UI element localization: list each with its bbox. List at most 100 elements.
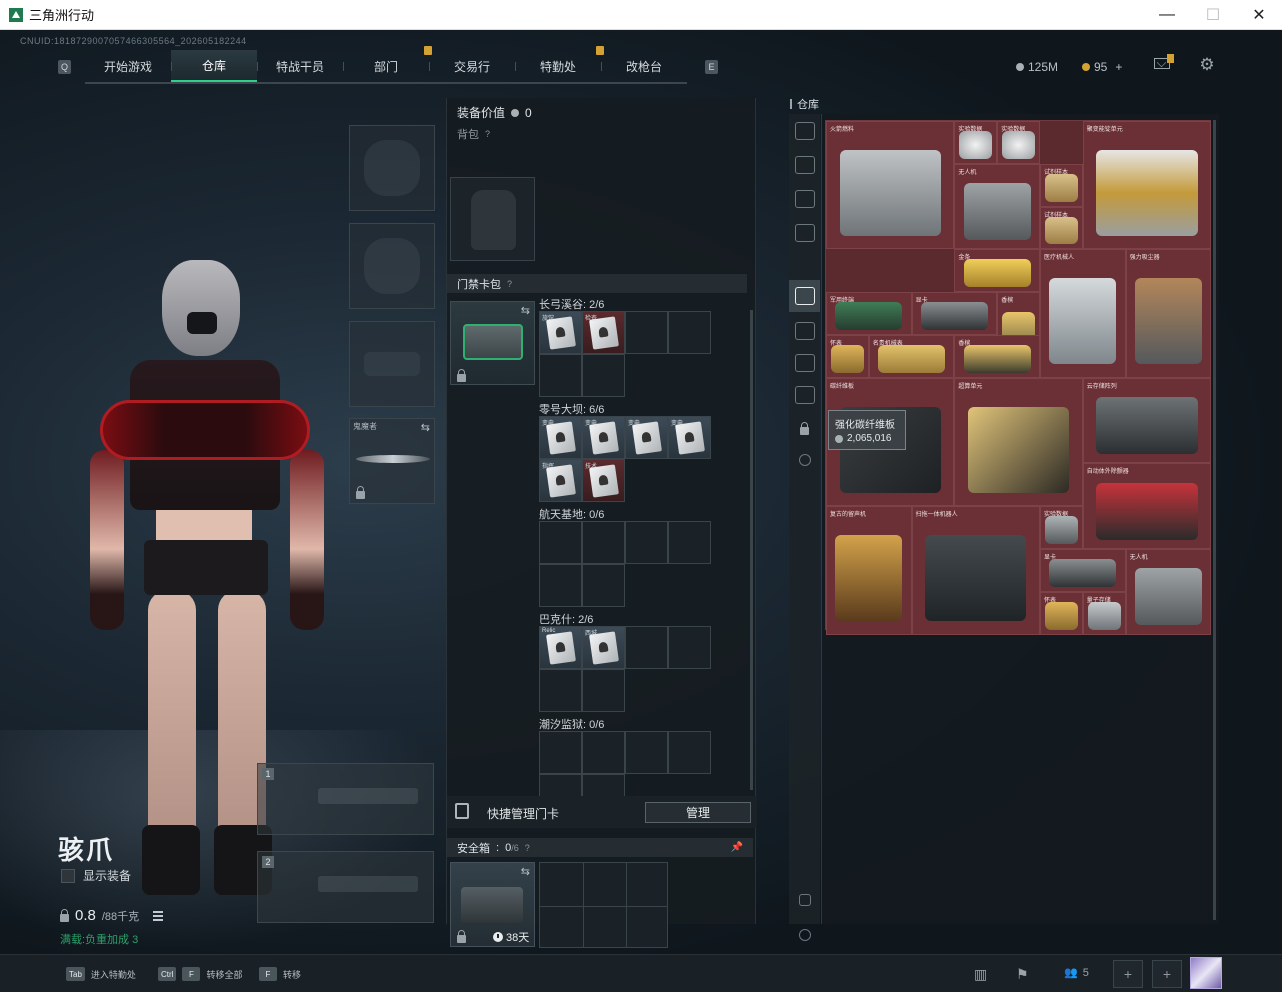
warehouse-item[interactable]: 试剂样本 <box>1040 163 1083 207</box>
warehouse-tab-icon[interactable] <box>795 354 815 372</box>
manage-button[interactable]: 管理 <box>645 802 751 823</box>
keycard-cell[interactable] <box>582 731 625 774</box>
keycard-cell[interactable] <box>668 731 711 774</box>
keycard-cell[interactable]: 变电 <box>668 416 711 459</box>
keycard-cell[interactable] <box>539 564 582 607</box>
melee-slot[interactable]: 鬼魔者 ⇆ <box>349 418 435 504</box>
warehouse-tab-icon[interactable] <box>795 386 815 404</box>
warehouse-item[interactable]: 显卡 <box>1040 549 1126 592</box>
safe-box-slot[interactable]: ⇆ 38天 <box>450 862 535 947</box>
loadout-scrollbar[interactable] <box>750 310 753 790</box>
warehouse-item[interactable]: 实验数据 <box>954 121 998 164</box>
minimize-button[interactable]: — <box>1144 0 1190 30</box>
warehouse-item[interactable]: 香槟 <box>954 335 1040 378</box>
nav-tab[interactable]: 仓库 <box>171 50 257 82</box>
warehouse-item[interactable]: 火箭燃料 <box>826 121 955 250</box>
add-teammate-button[interactable]: + <box>1152 960 1182 988</box>
keycard-cell[interactable] <box>582 669 625 712</box>
keycard-cell[interactable] <box>668 626 711 669</box>
warehouse-settings-icon[interactable] <box>799 454 811 466</box>
warehouse-item[interactable]: 金条 <box>954 249 1040 293</box>
keycard-cell[interactable] <box>668 311 711 354</box>
close-button[interactable]: ✕ <box>1236 0 1282 30</box>
keycard-cell[interactable] <box>625 731 668 774</box>
warehouse-item[interactable]: 扫拖一体机器人 <box>911 506 1040 635</box>
warehouse-item[interactable]: 实验数据 <box>1040 506 1083 549</box>
warehouse-tab-icon[interactable] <box>795 122 815 140</box>
melee-swap-icon[interactable]: ⇆ <box>421 421 430 434</box>
warehouse-item[interactable]: 怀表 <box>1040 591 1083 635</box>
nav-tab[interactable]: 部门 <box>343 46 432 82</box>
warehouse-item[interactable]: 试剂样本 <box>1040 206 1083 250</box>
warehouse-item[interactable]: 怀表 <box>826 335 869 378</box>
warehouse-tab-icon[interactable] <box>795 190 815 208</box>
keycard-swap-icon[interactable]: ⇆ <box>521 304 530 317</box>
warehouse-item[interactable]: 名贵机械表 <box>868 335 955 378</box>
warehouse-item[interactable]: 无人机 <box>954 163 1040 250</box>
safe-box-swap-icon[interactable]: ⇆ <box>521 865 530 878</box>
pistol-slot[interactable] <box>349 321 435 407</box>
nav-next-key[interactable]: E <box>705 60 718 74</box>
nav-tab[interactable]: 开始游戏 <box>85 50 171 82</box>
hint-transfer[interactable]: F 转移 <box>259 967 301 981</box>
keycard-cell[interactable]: Relic <box>539 626 582 669</box>
warehouse-tab-icon[interactable] <box>795 322 815 340</box>
warehouse-item[interactable]: 云存储阵列 <box>1082 377 1212 464</box>
warehouse-item[interactable]: 自动体外除颤器 <box>1082 463 1212 549</box>
keycard-cell[interactable]: 变电 <box>539 416 582 459</box>
keycard-cell[interactable] <box>539 669 582 712</box>
warehouse-tab-icon[interactable] <box>795 156 815 174</box>
add-gold-button[interactable]: + <box>1115 60 1122 74</box>
warehouse-item[interactable]: 医疗机械人 <box>1040 249 1126 378</box>
warehouse-grid[interactable]: 火箭燃料实验数据实验数据聚变能锭单元无人机试剂样本试剂样本金条医疗机械人强力吸尘… <box>825 120 1212 635</box>
add-teammate-button[interactable]: + <box>1113 960 1143 988</box>
show-equipment-toggle[interactable]: 显示装备 <box>61 867 131 884</box>
warehouse-item[interactable]: 量子存储 <box>1082 591 1126 635</box>
keycard-cell[interactable] <box>625 521 668 564</box>
warehouse-item[interactable]: 复古的留声机 <box>826 506 912 635</box>
keycard-cell[interactable]: 变电 <box>625 416 668 459</box>
keycard-cell[interactable]: 检查 <box>582 311 625 354</box>
keycard-cell[interactable] <box>582 564 625 607</box>
keycard-cell[interactable] <box>625 311 668 354</box>
nav-tab[interactable]: 特勤处 <box>515 46 604 82</box>
warehouse-item[interactable]: 超算单元 <box>954 377 1083 507</box>
keycard-cell[interactable]: 旅馆 <box>539 311 582 354</box>
nav-tab[interactable]: 特战干员 <box>257 50 343 82</box>
stats-chart-icon[interactable]: ▥ <box>974 966 987 983</box>
layers-icon[interactable] <box>799 894 811 906</box>
primary-weapon-slot[interactable]: 1 <box>257 763 434 835</box>
keycard-cell[interactable] <box>625 626 668 669</box>
warehouse-item[interactable]: 强力吸尘器 <box>1125 249 1212 378</box>
flag-icon[interactable]: ⚑ <box>1016 966 1029 983</box>
armor-slot[interactable] <box>349 223 435 309</box>
keycard-cell[interactable] <box>539 521 582 564</box>
weight-details-icon[interactable] <box>153 910 164 921</box>
nav-tab[interactable]: 改枪台 <box>601 50 687 82</box>
settings-gear-icon[interactable]: ⚙ <box>1198 56 1216 74</box>
keycard-cell[interactable]: 变电 <box>582 416 625 459</box>
player-avatar[interactable] <box>1190 957 1222 989</box>
warehouse-scrollbar[interactable] <box>1213 120 1216 920</box>
keycard-cell[interactable] <box>539 354 582 397</box>
backpack-slot[interactable] <box>450 177 535 261</box>
maximize-button[interactable]: ☐ <box>1190 0 1236 30</box>
secondary-weapon-slot[interactable]: 2 <box>257 851 434 923</box>
help-icon[interactable]: ? <box>485 129 490 139</box>
show-equipment-checkbox[interactable] <box>61 868 75 883</box>
warehouse-tab-icon[interactable] <box>795 287 815 305</box>
help-icon[interactable]: ? <box>507 279 512 289</box>
help-icon[interactable]: ? <box>525 843 530 853</box>
nav-tab[interactable]: 交易行 <box>429 50 515 82</box>
safe-box-grid[interactable] <box>539 862 668 948</box>
hint-transfer-all[interactable]: Ctrl F 转移全部 <box>158 967 242 981</box>
warehouse-item[interactable]: 实验数据 <box>997 121 1040 164</box>
keycard-cell[interactable]: 西城 <box>582 626 625 669</box>
warehouse-item[interactable]: 显卡 <box>911 292 998 335</box>
keycard-holder-slot[interactable]: ⇆ <box>450 301 535 385</box>
warehouse-item[interactable]: 无人机 <box>1125 549 1212 635</box>
hint-enter-special[interactable]: Tab 进入特勤处 <box>66 967 136 981</box>
friends-button[interactable]: 👥 5 <box>1064 966 1089 980</box>
warehouse-tab-icon[interactable] <box>795 224 815 242</box>
keycard-cell[interactable]: 指挥 <box>539 459 582 502</box>
